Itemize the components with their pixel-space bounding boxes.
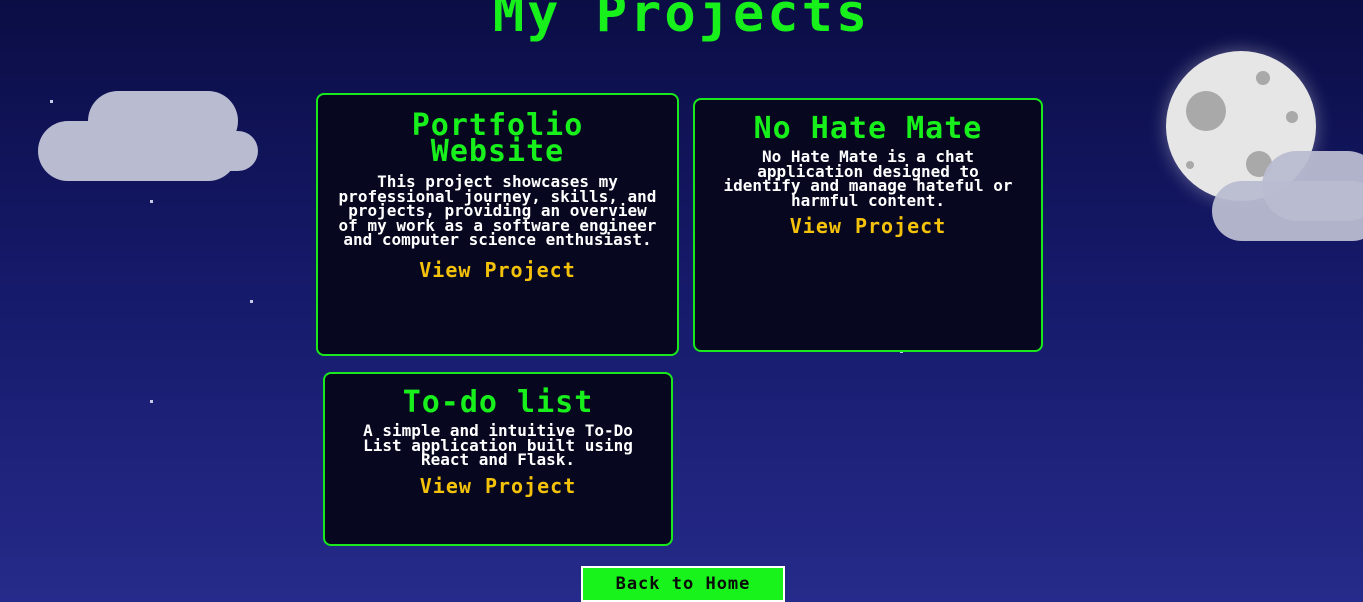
project-description: A simple and intuitive To-Do List applic… [363, 421, 633, 469]
star-icon [250, 300, 253, 303]
view-project-link[interactable]: View Project [420, 474, 577, 498]
view-project-link[interactable]: View Project [790, 214, 947, 238]
project-card-portfolio-website: Portfolio Website This project showcases… [316, 93, 679, 356]
back-to-home-button[interactable]: Back to Home [581, 566, 785, 602]
project-card-no-hate-mate: No Hate Mate No Hate Mate is a chat appl… [693, 98, 1043, 352]
project-title: No Hate Mate [753, 111, 983, 146]
project-title: Portfolio Website [411, 108, 584, 169]
project-card-to-do-list: To-do list A simple and intuitive To-Do … [323, 372, 673, 546]
view-project-link[interactable]: View Project [419, 258, 576, 282]
star-icon [150, 200, 153, 203]
star-icon [150, 400, 153, 403]
project-description: This project showcases my professional j… [338, 172, 657, 249]
project-description: No Hate Mate is a chat application desig… [723, 147, 1013, 210]
star-icon [50, 100, 53, 103]
page-title: My Projects [492, 0, 871, 44]
project-title: To-do list [402, 385, 594, 420]
